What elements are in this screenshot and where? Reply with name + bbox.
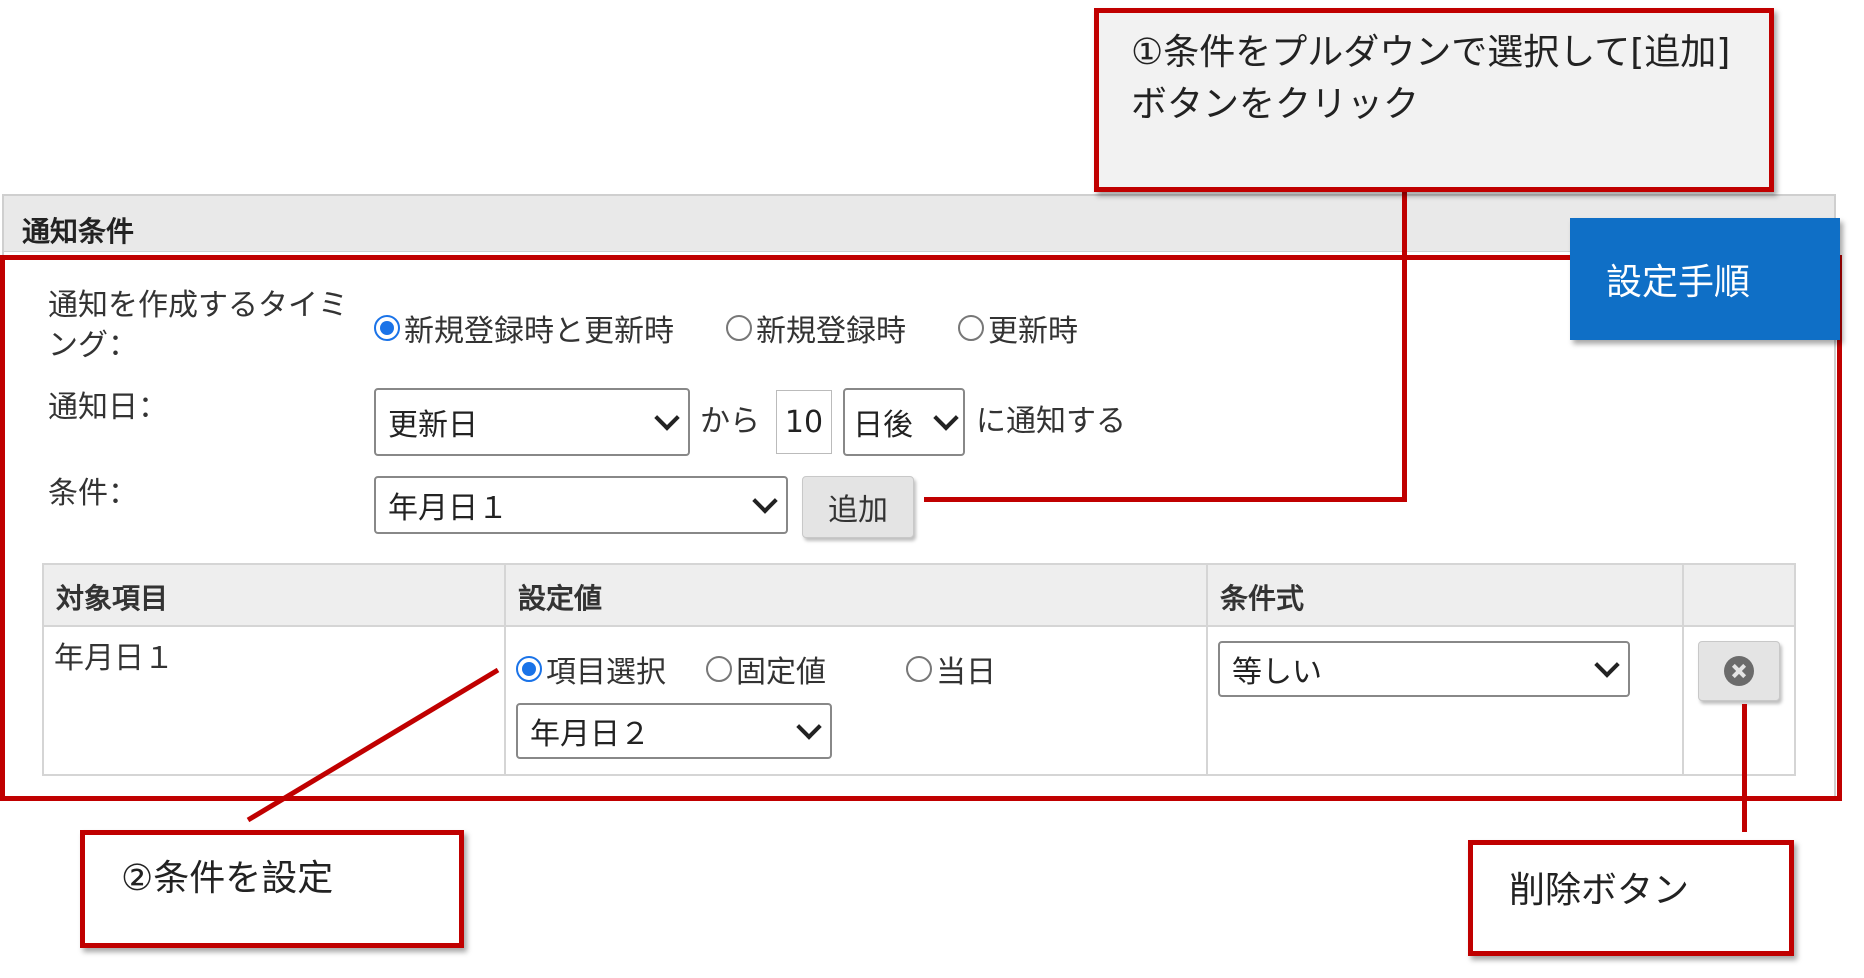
- panel-header: 通知条件: [2, 194, 1836, 252]
- delete-callout: 削除ボタン: [1468, 840, 1794, 956]
- step1-connector-horizontal: [924, 497, 1407, 502]
- step1-connector-vertical: [1402, 180, 1407, 502]
- delete-connector: [1742, 704, 1747, 832]
- procedure-tag: 設定手順: [1570, 218, 1840, 340]
- step1-callout: ①条件をプルダウンで選択して[追加]ボタンをクリック: [1094, 8, 1774, 192]
- step2-callout: ②条件を設定: [80, 830, 464, 948]
- form-highlight-frame: [0, 255, 1842, 801]
- panel-title: 通知条件: [22, 215, 135, 248]
